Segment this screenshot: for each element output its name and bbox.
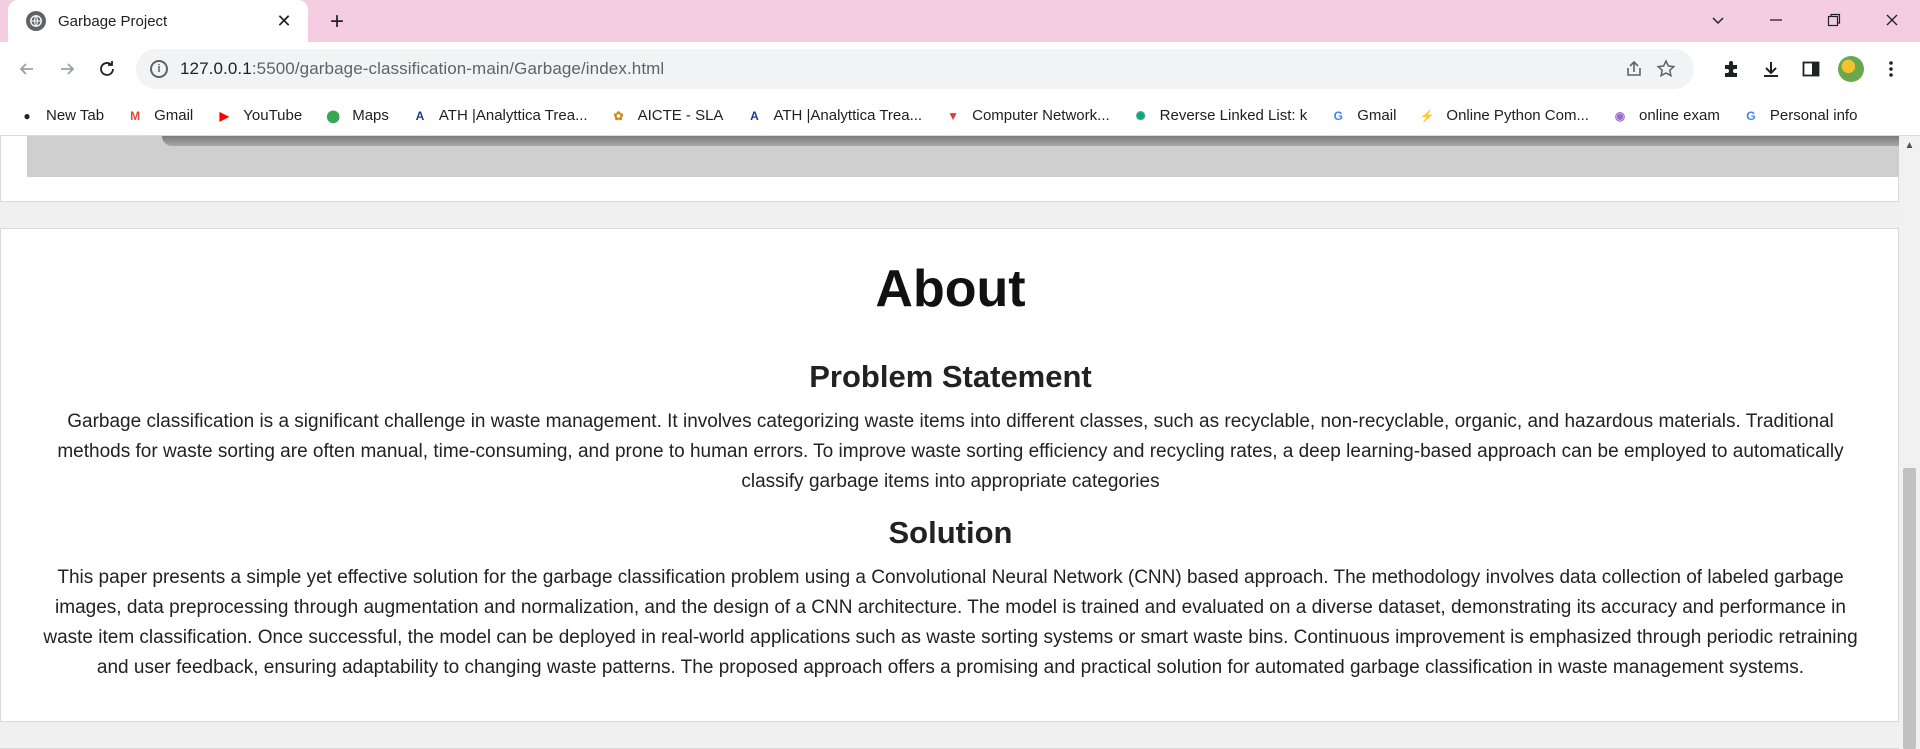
star-icon[interactable] [1650,53,1682,85]
exam-icon: ◉ [1614,108,1626,123]
close-icon[interactable]: ✕ [274,11,294,31]
bookmark-item[interactable]: A ATH |Analyttica Trea... [745,101,932,131]
computer-network-icon: ▼ [947,108,960,123]
restore-button[interactable] [1806,0,1862,40]
avatar [1838,56,1864,82]
hero-image [27,136,1899,177]
problem-statement-heading: Problem Statement [809,359,1092,394]
bookmark-item[interactable]: M Gmail [126,101,203,131]
youtube-icon: ▶ [219,108,229,123]
bookmark-item[interactable]: ✿ AICTE - SLA [610,101,734,131]
problem-statement-text: Garbage classification is a significant … [57,411,1844,492]
address-bar[interactable]: i 127.0.0.1:5500/garbage-classification-… [136,49,1694,89]
url-host: 127.0.0.1 [180,59,252,78]
bookmark-label: AICTE - SLA [637,107,724,124]
bookmark-label: Gmail [154,107,194,124]
download-icon [1764,62,1778,77]
page-viewport: About Problem Statement Garbage classifi… [0,136,1920,749]
downloads-button[interactable] [1754,52,1788,86]
reload-button[interactable] [90,52,124,86]
restore-icon [1827,13,1841,27]
bookmark-label: Gmail [1357,107,1397,124]
bookmark-label: YouTube [243,107,303,124]
bookmark-label: Maps [352,107,389,124]
bookmark-item[interactable]: ● New Tab [18,101,114,131]
browser-toolbar: i 127.0.0.1:5500/garbage-classification-… [0,42,1920,96]
browser-tab[interactable]: Garbage Project ✕ [8,0,308,42]
puzzle-icon [1725,61,1737,77]
aicte-icon: ✿ [613,108,624,123]
share-icon[interactable] [1618,53,1650,85]
minimize-button[interactable] [1748,0,1804,40]
new-tab-button[interactable]: + [324,8,350,35]
close-window-button[interactable] [1864,0,1920,40]
bookmark-item[interactable]: G Personal info [1742,101,1868,131]
bookmark-label: Online Python Com... [1446,107,1589,124]
maps-icon: ⬤ [326,108,340,123]
back-button[interactable] [10,52,44,86]
scroll-up-arrow-icon[interactable]: ▲ [1899,136,1920,154]
bookmark-item[interactable]: ▶ YouTube [215,101,312,131]
bookmark-label: online exam [1638,107,1720,124]
arrow-right-icon [61,63,75,75]
analyttica-icon: A [415,108,425,123]
profile-button[interactable] [1834,52,1868,86]
forward-button[interactable] [50,52,84,86]
arrow-left-icon [19,63,33,75]
globe-icon [26,11,46,31]
bookmark-item[interactable]: ◉ online exam [1611,101,1730,131]
page-scrollbar[interactable]: ▲ [1899,136,1920,749]
close-icon [1886,14,1898,26]
globe-icon: ● [23,108,31,123]
google-icon: G [1333,108,1343,123]
bookmark-item[interactable]: ▼ Computer Network... [944,101,1120,131]
solution-heading: Solution [888,515,1013,550]
hero-card [0,136,1899,202]
kebab-menu-icon [1889,61,1893,77]
browser-titlebar: Garbage Project ✕ + [0,0,1920,42]
solution-text: This paper presents a simple yet effecti… [43,567,1858,678]
chevron-down-icon [1712,17,1724,25]
bookmark-label: Computer Network... [972,107,1110,124]
bookmark-label: Personal info [1769,107,1858,124]
bookmark-item[interactable]: A ATH |Analyttica Trea... [411,101,598,131]
info-icon[interactable]: i [150,60,168,78]
tab-title: Garbage Project [58,12,168,30]
menu-button[interactable] [1874,52,1908,86]
side-panel-icon [1802,61,1820,77]
minimize-icon [1770,19,1782,21]
extensions-button[interactable] [1714,52,1748,86]
tab-search-button[interactable] [1690,0,1746,40]
bookmarks-bar: ● New Tab M Gmail ▶ YouTube ⬤ Maps A ATH |Analytt… [0,96,1920,136]
hero-image-edge [162,136,1899,146]
scrollbar-thumb[interactable] [1903,468,1916,749]
url-path: :5500/garbage-classification-main/Garbag… [251,59,665,78]
bookmark-label: ATH |Analyttica Trea... [773,107,923,124]
side-panel-button[interactable] [1794,52,1828,86]
bookmark-item[interactable]: ⚡ Online Python Com... [1418,101,1599,131]
bookmark-item[interactable]: ⬤ Maps [324,101,399,131]
python-compiler-icon: ⚡ [1419,108,1435,123]
url-text[interactable]: 127.0.0.1:5500/garbage-classification-ma… [180,59,1618,79]
reload-icon [100,61,114,76]
chatgpt-icon: ✺ [1135,108,1146,123]
google-icon: G [1746,108,1756,123]
bookmark-label: Reverse Linked List: k [1159,107,1308,124]
bookmark-item[interactable]: ✺ Reverse Linked List: k [1132,101,1318,131]
analyttica-icon: A [750,108,759,123]
about-section: About Problem Statement Garbage classifi… [0,228,1899,722]
bookmark-label: ATH |Analyttica Trea... [438,107,588,124]
gmail-icon: M [130,108,141,123]
bookmark-label: New Tab [46,107,105,124]
about-title: About [875,260,1026,318]
bookmark-item[interactable]: G Gmail [1329,101,1406,131]
